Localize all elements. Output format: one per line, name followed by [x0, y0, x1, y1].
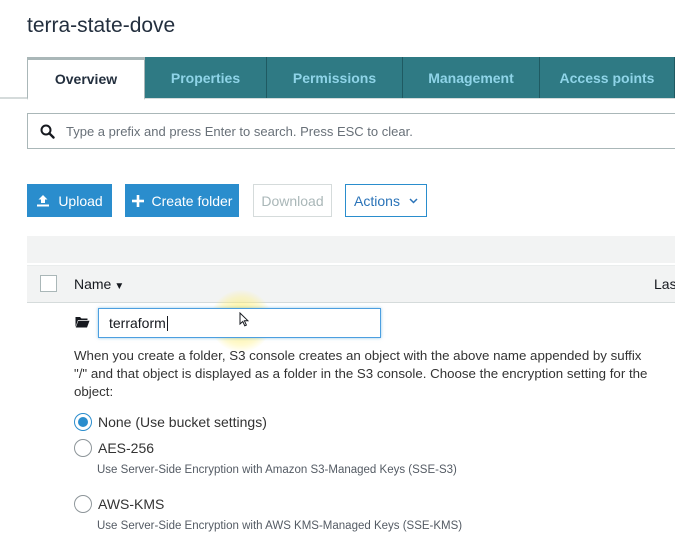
- text-caret: [166, 315, 168, 331]
- mouse-pointer-icon: [239, 311, 250, 332]
- tab-properties[interactable]: Properties: [145, 57, 267, 98]
- table-header: Name ▼ Las: [27, 265, 675, 303]
- upload-button[interactable]: Upload: [27, 184, 112, 217]
- name-header-label: Name: [74, 276, 112, 292]
- download-button[interactable]: Download: [253, 184, 332, 217]
- actions-dropdown[interactable]: Actions: [345, 184, 427, 217]
- aws-kms-description: Use Server-Side Encryption with AWS KMS-…: [97, 520, 463, 532]
- encryption-option-aes256[interactable]: AES-256: [74, 439, 154, 457]
- table-toolbar-strip: [27, 236, 675, 263]
- encryption-option-none[interactable]: None (Use bucket settings): [74, 413, 267, 431]
- search-icon: [28, 124, 66, 139]
- radio-aws-kms[interactable]: [74, 495, 92, 513]
- actions-label: Actions: [354, 192, 400, 209]
- radio-aes256[interactable]: [74, 439, 92, 457]
- folder-name-value: terraform: [109, 315, 166, 331]
- folder-help-text: When you create a folder, S3 console cre…: [74, 348, 648, 399]
- tab-access-points[interactable]: Access points: [540, 57, 675, 98]
- create-folder-label: Create folder: [151, 192, 233, 209]
- tab-management[interactable]: Management: [403, 57, 540, 98]
- upload-label: Upload: [58, 192, 103, 209]
- radio-aes256-label: AES-256: [98, 440, 155, 456]
- name-column-header[interactable]: Name ▼: [74, 276, 124, 292]
- search-placeholder: Type a prefix and press Enter to search.…: [66, 123, 413, 139]
- last-modified-column-header[interactable]: Las: [654, 276, 675, 292]
- radio-none[interactable]: [74, 413, 92, 431]
- encryption-option-aws-kms[interactable]: AWS-KMS: [74, 495, 164, 513]
- upload-icon: [36, 194, 50, 207]
- tab-bar: Overview Properties Permissions Manageme…: [0, 57, 675, 100]
- search-input[interactable]: Type a prefix and press Enter to search.…: [27, 113, 675, 149]
- sort-caret-icon: ▼: [114, 281, 125, 292]
- chevron-down-icon: [409, 197, 418, 204]
- radio-none-label: None (Use bucket settings): [98, 414, 267, 430]
- folder-icon: [75, 315, 90, 333]
- download-label: Download: [261, 192, 324, 209]
- select-all-checkbox[interactable]: [40, 275, 57, 292]
- aes256-description: Use Server-Side Encryption with Amazon S…: [97, 464, 457, 476]
- tab-overview[interactable]: Overview: [27, 57, 145, 100]
- create-folder-button[interactable]: Create folder: [125, 184, 239, 217]
- tab-permissions[interactable]: Permissions: [267, 57, 403, 98]
- radio-aws-kms-label: AWS-KMS: [98, 496, 165, 512]
- bucket-title: terra-state-dove: [27, 14, 176, 37]
- plus-icon: [131, 194, 144, 207]
